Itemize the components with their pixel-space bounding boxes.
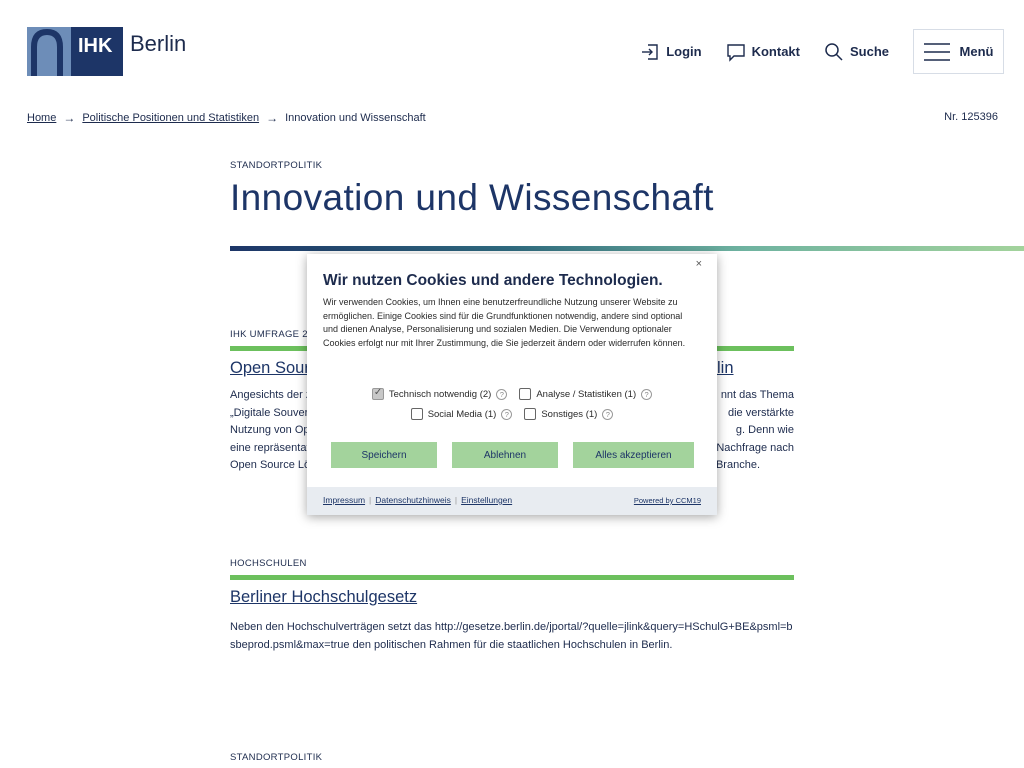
close-icon[interactable]: × <box>696 258 702 270</box>
cookie-button-row: Speichern Ablehnen Alles akzeptieren <box>331 442 694 468</box>
breadcrumb-current: Innovation und Wissenschaft <box>285 112 426 124</box>
chat-bubble-icon <box>726 43 745 62</box>
cookie-footer-links: Impressum | Datenschutzhinweis | Einstel… <box>323 495 512 505</box>
article-kicker: STANDORTPOLITIK <box>230 752 323 763</box>
checkbox-analyse-statistiken[interactable]: Analyse / Statistiken (1) ? <box>519 388 653 400</box>
cookie-checkbox-row: Social Media (1) ? Sonstiges (1) ? <box>307 408 717 420</box>
help-icon[interactable]: ? <box>501 408 513 420</box>
login-label: Login <box>666 44 702 59</box>
checkbox-box[interactable] <box>410 408 423 420</box>
article-title-right[interactable]: lin <box>717 359 734 378</box>
powered-by-link[interactable]: Powered by CCM19 <box>634 496 701 505</box>
kontakt-link[interactable]: Kontakt <box>726 42 800 62</box>
ihk-berlin-logo[interactable]: IHK Berlin <box>27 27 186 76</box>
gradient-divider <box>230 246 1024 251</box>
separator: | <box>454 495 458 505</box>
help-icon[interactable]: ? <box>496 388 508 400</box>
article-title-left[interactable]: Open Sourc <box>230 359 318 378</box>
checkbox-sonstiges[interactable]: Sonstiges (1) ? <box>524 408 614 420</box>
help-icon[interactable]: ? <box>602 408 614 420</box>
reject-button[interactable]: Ablehnen <box>452 442 558 468</box>
checkbox-social-media[interactable]: Social Media (1) ? <box>410 408 513 420</box>
text-fragment: eine repräsentat <box>230 441 310 454</box>
checkbox-box[interactable] <box>519 388 532 400</box>
logo-city-name: Berlin <box>130 31 187 56</box>
ihk-logo-mark: IHK <box>27 27 123 76</box>
text-fragment: Nachfrage nach <box>716 441 794 454</box>
breadcrumb-home[interactable]: Home <box>27 112 56 124</box>
page-title: Innovation und Wissenschaft <box>230 177 714 218</box>
kontakt-label: Kontakt <box>751 44 800 59</box>
save-button[interactable]: Speichern <box>331 442 437 468</box>
article-hochschulgesetz: HOCHSCHULEN Berliner Hochschulgesetz Neb… <box>230 558 794 654</box>
checkbox-box[interactable] <box>371 387 384 400</box>
article-title[interactable]: Berliner Hochschulgesetz <box>230 588 417 607</box>
hamburger-icon <box>923 42 950 61</box>
login-link[interactable]: Login <box>640 42 702 62</box>
separator: | <box>369 495 372 505</box>
page-heading: STANDORTPOLITIK Innovation und Wissensch… <box>230 160 1024 251</box>
page-kicker: STANDORTPOLITIK <box>230 160 323 171</box>
cookie-footer: Impressum | Datenschutzhinweis | Einstel… <box>307 487 717 515</box>
suche-link[interactable]: Suche <box>824 42 889 62</box>
checkbox-label: Sonstiges (1) <box>541 408 598 420</box>
datenschutz-link[interactable]: Datenschutzhinweis <box>375 495 451 505</box>
cookie-description: Wir verwenden Cookies, um Ihnen eine ben… <box>323 297 686 348</box>
article-text: Neben den Hochschulverträgen setzt das h… <box>230 621 793 651</box>
page-number: Nr. 125396 <box>944 111 998 123</box>
text-fragment: Nutzung von Op <box>230 424 310 436</box>
arrow-right-icon: → <box>266 111 279 125</box>
checkbox-technisch-notwendig[interactable]: Technisch notwendig (2) ? <box>371 387 508 400</box>
header-nav: Login Kontakt Suche Menü <box>640 29 1004 74</box>
checkbox-label: Social Media (1) <box>427 408 497 420</box>
text-fragment: g. Denn wie <box>735 424 794 436</box>
cookie-title: Wir nutzen Cookies und andere Technologi… <box>323 272 663 289</box>
text-fragment: die verstärkte <box>727 406 794 419</box>
menu-button[interactable]: Menü <box>913 29 1004 74</box>
arrow-right-icon: → <box>63 111 76 125</box>
help-icon[interactable]: ? <box>641 388 653 400</box>
checkbox-label: Technisch notwendig (2) <box>388 388 492 400</box>
einstellungen-link[interactable]: Einstellungen <box>461 495 512 505</box>
impressum-link[interactable]: Impressum <box>323 495 365 505</box>
text-fragment: Branche. <box>715 459 760 471</box>
article-standortpolitik: STANDORTPOLITIK <box>230 752 794 763</box>
cookie-checkbox-row: Technisch notwendig (2) ? Analyse / Stat… <box>307 387 717 400</box>
text-fragment: „Digitale Souver <box>230 406 309 419</box>
checkbox-label: Analyse / Statistiken (1) <box>536 388 637 400</box>
logo-ihk-text: IHK <box>78 35 113 57</box>
breadcrumb: Home → Politische Positionen und Statist… <box>27 111 426 125</box>
article-kicker: HOCHSCHULEN <box>230 558 307 569</box>
green-divider <box>230 575 794 580</box>
suche-label: Suche <box>849 44 889 59</box>
menu-label: Menü <box>959 44 994 59</box>
text-fragment: Angesichts der z <box>230 389 312 401</box>
checkbox-box[interactable] <box>524 408 537 420</box>
text-fragment: nnt das Thema <box>720 389 794 401</box>
search-icon <box>825 42 843 61</box>
site-header: IHK Berlin Login Kontakt Suche Menü <box>0 0 1024 100</box>
cookie-dialog: × Wir nutzen Cookies und andere Technolo… <box>307 254 717 515</box>
login-icon <box>642 43 658 60</box>
accept-all-button[interactable]: Alles akzeptieren <box>573 442 694 468</box>
text-fragment: Open Source Lö <box>230 459 311 471</box>
breadcrumb-politische-positionen[interactable]: Politische Positionen und Statistiken <box>82 112 259 124</box>
